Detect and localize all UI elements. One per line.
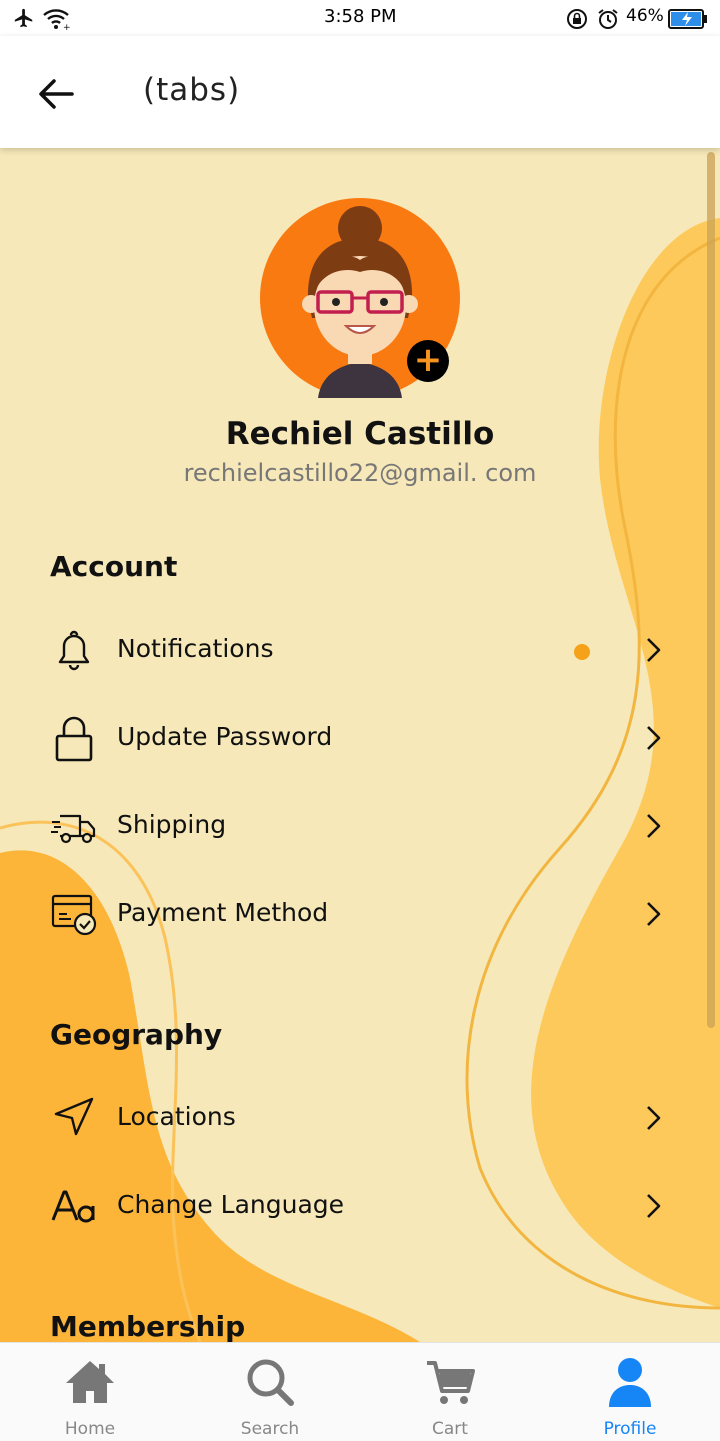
profile-email: rechielcastillo22@gmail. com bbox=[183, 459, 537, 487]
lock-icon bbox=[55, 716, 93, 762]
page-title: (tabs) bbox=[143, 72, 241, 108]
back-arrow-icon[interactable] bbox=[34, 72, 78, 116]
tab-cart[interactable]: Cart bbox=[360, 1343, 540, 1441]
tab-label: Search bbox=[240, 1419, 300, 1439]
chevron-right-icon bbox=[647, 638, 661, 662]
bell-icon bbox=[58, 630, 90, 671]
notification-dot bbox=[574, 644, 590, 660]
svg-text:+: + bbox=[63, 23, 71, 30]
chevron-right-icon bbox=[647, 726, 661, 750]
navigation-arrow-icon bbox=[54, 1097, 94, 1136]
airplane-icon bbox=[14, 8, 33, 28]
tab-label: Home bbox=[64, 1419, 116, 1439]
profile-name: Rechiel Castillo bbox=[225, 416, 495, 452]
section-title-geography: Geography bbox=[50, 1018, 223, 1051]
payment-card-icon bbox=[51, 894, 97, 936]
tab-search[interactable]: Search bbox=[180, 1343, 360, 1441]
chevron-right-icon bbox=[647, 902, 661, 926]
cart-icon bbox=[427, 1361, 475, 1404]
tab-home[interactable]: Home bbox=[0, 1343, 180, 1441]
menu-item-label: Locations bbox=[117, 1102, 236, 1131]
menu-item-label: Change Language bbox=[117, 1190, 345, 1219]
battery-icon bbox=[668, 9, 707, 29]
menu-item-label: Notifications bbox=[117, 634, 274, 663]
chevron-right-icon bbox=[647, 814, 661, 838]
tab-profile[interactable]: Profile bbox=[540, 1343, 720, 1441]
status-bar: + 3:58 PM 46% bbox=[0, 0, 720, 36]
app-bar: (tabs) bbox=[0, 36, 720, 148]
tab-label: Cart bbox=[432, 1419, 468, 1439]
menu-item-label: Shipping bbox=[117, 810, 227, 839]
bottom-tab-bar: Home Search Cart Profile bbox=[0, 1342, 720, 1441]
alarm-icon bbox=[598, 9, 618, 29]
search-icon bbox=[247, 1359, 294, 1406]
menu-item-notifications[interactable]: Notifications bbox=[0, 614, 720, 694]
chevron-right-icon bbox=[647, 1106, 661, 1130]
rotation-lock-icon bbox=[567, 9, 587, 29]
chevron-right-icon bbox=[647, 1194, 661, 1218]
section-title-account: Account bbox=[50, 550, 178, 583]
person-icon bbox=[609, 1358, 651, 1407]
status-time: 3:58 PM bbox=[324, 6, 397, 27]
profile-content[interactable]: + Rechiel Castillo rechielcastillo22@gma… bbox=[0, 148, 720, 1342]
wifi-icon: + bbox=[43, 9, 71, 30]
font-aa-icon bbox=[51, 1190, 95, 1223]
menu-item-label: Update Password bbox=[117, 722, 333, 751]
menu-item-update-password[interactable]: Update Password bbox=[0, 702, 720, 782]
section-title-membership: Membership bbox=[50, 1310, 246, 1342]
menu-item-payment-method[interactable]: Payment Method bbox=[0, 878, 720, 958]
menu-item-change-language[interactable]: Change Language bbox=[0, 1170, 720, 1250]
home-icon bbox=[66, 1361, 114, 1403]
menu-item-locations[interactable]: Locations bbox=[0, 1082, 720, 1162]
tab-label: Profile bbox=[603, 1419, 657, 1439]
add-photo-button[interactable]: + bbox=[407, 340, 449, 382]
menu-item-shipping[interactable]: Shipping bbox=[0, 790, 720, 870]
battery-percent: 46% bbox=[626, 6, 664, 26]
truck-icon bbox=[51, 814, 96, 844]
menu-item-label: Payment Method bbox=[117, 898, 329, 927]
